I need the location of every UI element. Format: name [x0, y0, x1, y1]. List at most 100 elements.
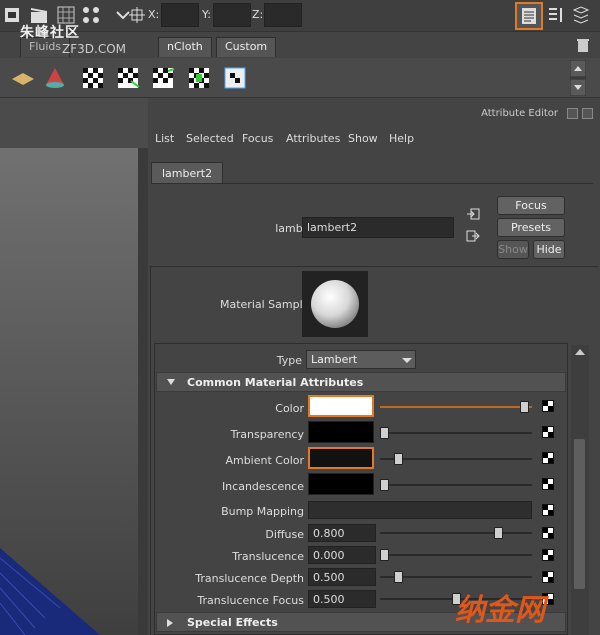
shelf-cone-icon[interactable] [42, 65, 68, 91]
attribute-editor-panel: Attribute Editor List Selected Focus Att… [148, 98, 600, 635]
coord-x-label: X: [148, 8, 160, 21]
ambient-color-swatch[interactable] [308, 447, 374, 469]
slider-handle[interactable] [394, 571, 404, 583]
viewport-header [0, 98, 148, 148]
slider-handle[interactable] [380, 427, 389, 439]
map-checker-icon[interactable] [542, 571, 554, 583]
transparency-swatch[interactable] [308, 421, 374, 443]
translucence-slider[interactable] [380, 554, 532, 556]
menu-list[interactable]: List [155, 132, 174, 145]
snap-curve-icon[interactable] [80, 4, 102, 26]
slider-handle[interactable] [394, 453, 404, 465]
scrollbar-thumb[interactable] [574, 439, 585, 589]
grid-mesh-graphic [0, 548, 100, 635]
scroll-up-icon[interactable] [574, 348, 586, 356]
transparency-slider[interactable] [380, 432, 532, 434]
attribute-editor-toggle-button[interactable] [515, 2, 543, 30]
expanded-arrow-icon [167, 379, 175, 385]
coord-x-field[interactable] [161, 3, 199, 27]
translucence-focus-field[interactable]: 0.500 [308, 590, 376, 608]
type-dropdown[interactable]: Lambert [306, 350, 416, 369]
close-panel-button[interactable] [582, 108, 593, 119]
bump-mapping-field[interactable] [308, 501, 532, 519]
section-title: Special Effects [187, 616, 278, 629]
bump-mapping-label: Bump Mapping [221, 505, 304, 518]
attribute-editor-icon [522, 8, 536, 24]
slider-handle[interactable] [380, 549, 389, 561]
menu-selected[interactable]: Selected [186, 132, 234, 145]
coord-y-label: Y: [202, 8, 211, 21]
show-button[interactable]: Show [497, 240, 529, 259]
map-checker-icon[interactable] [542, 504, 554, 516]
menu-focus[interactable]: Focus [242, 132, 273, 145]
menu-show[interactable]: Show [348, 132, 378, 145]
translucence-field[interactable]: 0.000 [308, 546, 376, 564]
presets-button[interactable]: Presets [497, 218, 565, 237]
translucence-depth-field[interactable]: 0.500 [308, 568, 376, 586]
focus-button[interactable]: Focus [497, 196, 565, 215]
tab-lambert2[interactable]: lambert2 [151, 162, 224, 184]
slider-handle[interactable] [494, 527, 504, 539]
collapsed-arrow-icon [167, 619, 173, 627]
hide-button[interactable]: Hide [533, 240, 565, 259]
attribute-scrollbar[interactable] [571, 345, 589, 635]
go-to-input-icon[interactable] [466, 207, 480, 221]
material-sample-label: Material Sample [220, 298, 310, 311]
transparency-label: Transparency [230, 428, 304, 441]
watermark-site: ZF3D.COM [62, 42, 126, 56]
map-checker-icon[interactable] [542, 478, 554, 490]
shelf-texture-icon[interactable] [222, 65, 248, 91]
type-label: Type [276, 354, 302, 367]
viewport-panel[interactable] [0, 98, 148, 635]
coord-y-field[interactable] [213, 3, 251, 27]
incandescence-slider[interactable] [380, 484, 532, 486]
translucence-depth-label: Translucence Depth [195, 572, 304, 585]
diffuse-label: Diffuse [265, 528, 304, 541]
tool-settings-icon[interactable] [545, 4, 567, 26]
tab-custom[interactable]: Custom [216, 37, 277, 57]
channel-box-icon[interactable] [570, 4, 592, 26]
shelf-checker-icon-1[interactable] [80, 65, 106, 91]
watermark-bottom: 纳金网 [455, 593, 545, 628]
tab-ncloth[interactable]: nCloth [158, 37, 212, 57]
section-title: Common Material Attributes [187, 376, 364, 389]
map-checker-icon[interactable] [542, 400, 554, 412]
slider-handle[interactable] [380, 479, 389, 491]
trash-icon[interactable] [576, 37, 590, 53]
color-label: Color [275, 402, 304, 415]
coord-z-label: Z: [252, 8, 264, 21]
slider-handle[interactable] [520, 401, 530, 413]
material-sample-swatch [302, 271, 368, 337]
shelf-checker-icon-4[interactable] [186, 65, 212, 91]
menu-attributes[interactable]: Attributes [286, 132, 340, 145]
attribute-editor-menubar: List Selected Focus Attributes Show Help [148, 130, 600, 150]
float-panel-button[interactable] [567, 108, 578, 119]
crosshair-icon[interactable] [126, 4, 148, 26]
coord-z-field[interactable] [264, 3, 302, 27]
section-common-material-attributes[interactable]: Common Material Attributes [156, 372, 566, 392]
map-checker-icon[interactable] [542, 549, 554, 561]
incandescence-label: Incandescence [221, 480, 304, 493]
shelf-checker-icon-2[interactable] [115, 65, 141, 91]
incandescence-swatch[interactable] [308, 473, 374, 495]
shelf-checker-icon-3[interactable] [150, 65, 176, 91]
map-checker-icon[interactable] [542, 527, 554, 539]
shelf-icon-row [0, 58, 600, 98]
map-checker-icon[interactable] [542, 452, 554, 464]
diffuse-field[interactable]: 0.800 [308, 524, 376, 542]
map-checker-icon[interactable] [542, 426, 554, 438]
menu-help[interactable]: Help [389, 132, 414, 145]
go-to-output-icon[interactable] [466, 229, 480, 243]
shelf-scroll-arrows[interactable] [570, 60, 586, 96]
node-name-input[interactable]: lambert2 [302, 217, 454, 238]
color-swatch[interactable] [308, 395, 374, 417]
diffuse-slider[interactable] [380, 532, 532, 534]
status-toolbar: X: Y: Z: [0, 0, 600, 32]
tab-divider [151, 183, 593, 184]
shelf-plane-icon[interactable] [10, 65, 36, 91]
translucence-label: Translucence [232, 550, 304, 563]
ambient-color-label: Ambient Color [225, 454, 304, 467]
watermark-logo: 朱峰社区 [20, 25, 80, 41]
material-sphere-icon [311, 280, 359, 328]
color-slider[interactable] [380, 406, 532, 408]
